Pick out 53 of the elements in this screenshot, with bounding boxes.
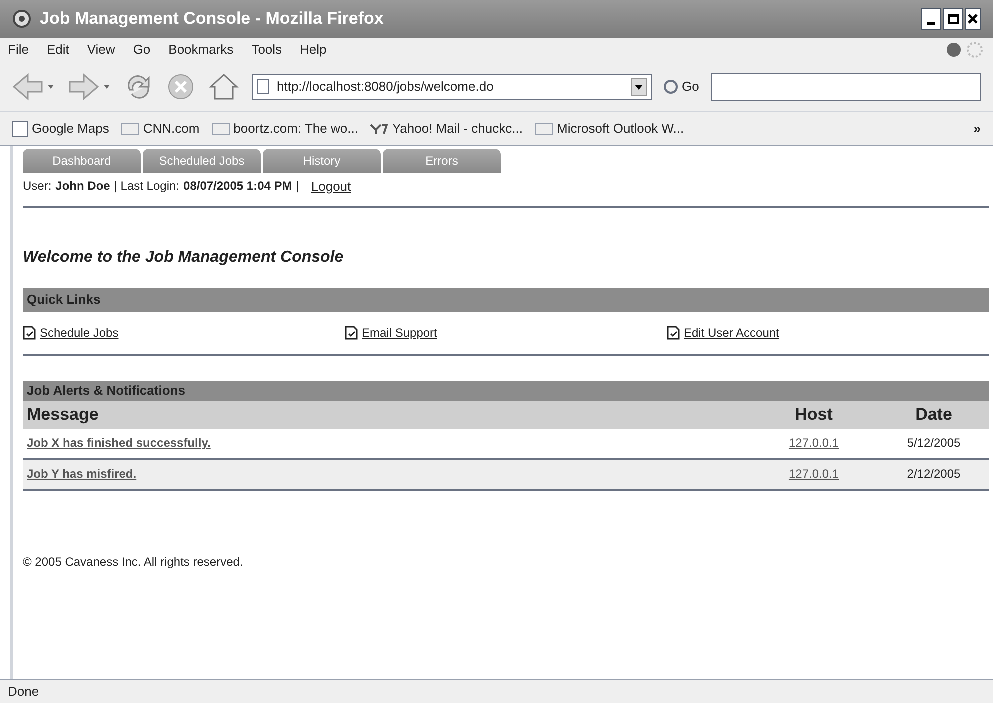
throbber-icon [945, 41, 985, 59]
forward-icon[interactable] [68, 72, 112, 102]
bookmark-link[interactable]: Google Maps [32, 118, 110, 138]
quick-link[interactable]: Schedule Jobs [40, 324, 119, 342]
table-cell-text: 2/12/2005 [906, 466, 962, 483]
quick-link[interactable]: Edit User Account [684, 324, 780, 342]
menu-item[interactable]: View [87, 40, 116, 60]
stop-icon[interactable] [166, 72, 196, 102]
separator: | [296, 178, 300, 195]
menu-item[interactable]: Tools [252, 40, 282, 60]
minimize-button[interactable] [921, 8, 941, 30]
column-header: Host [794, 404, 834, 426]
menu-item[interactable]: File [8, 40, 29, 60]
search-field[interactable] [711, 72, 981, 100]
logout-link[interactable]: Logout [311, 177, 352, 196]
host-link[interactable]: 127.0.0.1 [788, 467, 840, 481]
go-button[interactable]: Go [664, 76, 700, 96]
more-bookmarks-button[interactable]: » [974, 118, 981, 138]
address-field[interactable]: http://localhost:8080/jobs/welcome.do [252, 74, 652, 100]
close-icon [968, 14, 978, 24]
menu-item[interactable]: Edit [46, 40, 70, 60]
close-button[interactable] [965, 8, 981, 30]
section-header: Job Alerts & Notifications [23, 380, 989, 400]
copyright-text: © 2005 Cavaness Inc. All rights reserved. [23, 554, 244, 570]
document-icon [23, 326, 36, 340]
maximize-button[interactable] [943, 8, 963, 30]
document-icon [345, 326, 358, 340]
welcome-heading: Welcome to the Job Management Console [23, 248, 345, 268]
last-login-time: 08/07/2005 1:04 PM [184, 178, 292, 195]
menu-item[interactable]: Bookmarks [168, 40, 234, 60]
bookmark-link[interactable]: Yahoo! Mail - chuckc... [392, 118, 523, 138]
bookmark-link[interactable]: Microsoft Outlook W... [556, 118, 684, 138]
column-header: Message [26, 404, 100, 426]
document-icon [667, 326, 680, 340]
last-login-label: | Last Login: [114, 178, 180, 195]
bookmark-link[interactable]: CNN.com [143, 118, 200, 138]
host-link[interactable]: 127.0.0.1 [788, 436, 840, 450]
table-cell-text: 5/12/2005 [906, 435, 962, 452]
message-link[interactable]: Job X has finished successfully. [23, 434, 749, 452]
column-header: Date [914, 404, 954, 426]
window-title: Job Management Console - Mozilla Firefox [40, 8, 384, 30]
section-header: Quick Links [23, 288, 989, 312]
back-icon[interactable] [12, 72, 56, 102]
bookmark-link[interactable]: boortz.com: The wo... [234, 118, 358, 138]
dropdown-caret-icon[interactable] [631, 78, 647, 96]
quick-link[interactable]: Email Support [362, 324, 438, 342]
home-icon[interactable] [208, 72, 240, 102]
menu-item[interactable]: Help [300, 40, 327, 60]
message-link[interactable]: Job Y has misfired. [23, 465, 749, 483]
status-bar: Done [0, 679, 993, 703]
menu-item[interactable]: Go [133, 40, 151, 60]
user-label: User: [23, 178, 52, 195]
user-name: John Doe [56, 178, 110, 195]
